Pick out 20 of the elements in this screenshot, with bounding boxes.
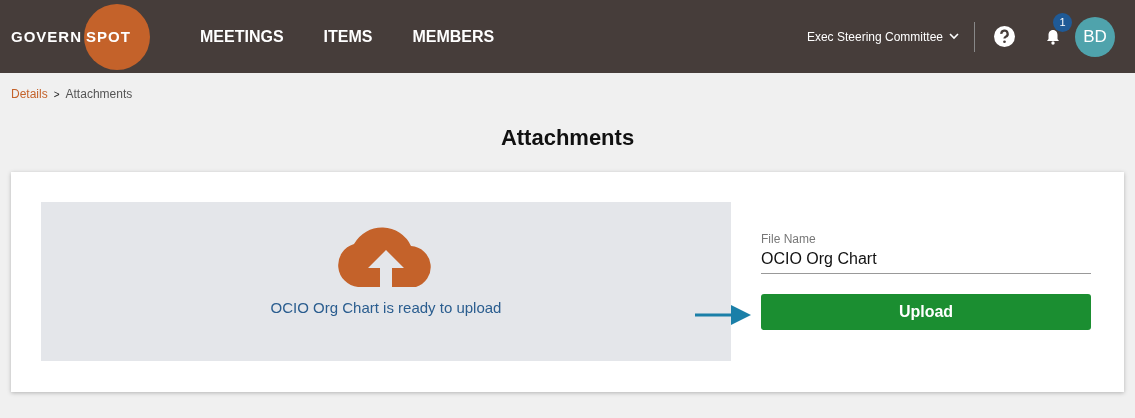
chevron-down-icon <box>949 33 959 40</box>
nav-link[interactable]: MEETINGS <box>200 27 284 46</box>
committee-dropdown[interactable]: Exec Steering Committee <box>806 29 959 44</box>
logo-text: GOVERN <box>11 28 82 45</box>
field-label: File Name <box>761 232 817 246</box>
upload-dropzone[interactable]: OCIO Org Chart is ready to upload <box>41 202 731 361</box>
breadcrumb-separator: > <box>53 88 60 100</box>
breadcrumb-current: Attachments <box>65 87 133 101</box>
logo-text: SPOT <box>86 28 131 45</box>
help-icon[interactable] <box>994 26 1015 47</box>
bell-icon[interactable] <box>1045 28 1061 45</box>
arrow-icon <box>695 304 751 326</box>
notification-badge: 1 <box>1053 12 1072 32</box>
breadcrumb-link[interactable]: Details <box>11 87 48 101</box>
nav-link[interactable]: ITEMS <box>323 27 373 46</box>
file-name-field[interactable]: OCIO Org Chart <box>761 246 1091 274</box>
page-title: Attachments <box>499 124 636 152</box>
upload-status-text: OCIO Org Chart is ready to upload <box>270 299 502 316</box>
upload-button[interactable]: Upload <box>761 294 1091 330</box>
nav-link[interactable]: MEMBERS <box>412 27 495 46</box>
